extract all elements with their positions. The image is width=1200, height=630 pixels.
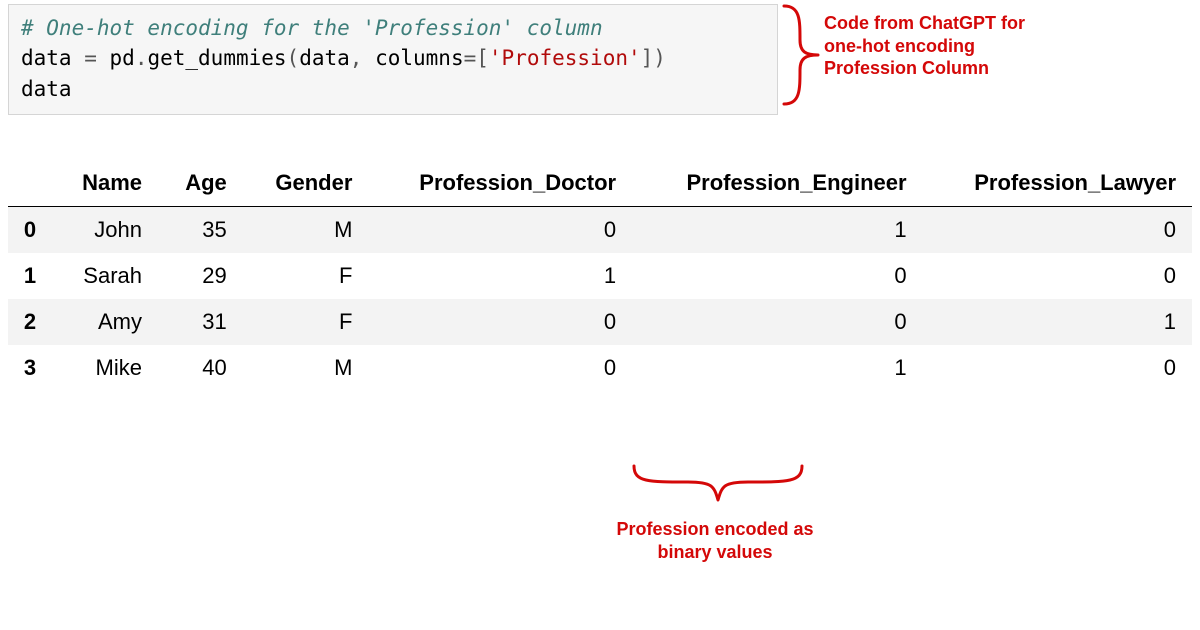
cell: 31	[158, 299, 243, 345]
cell: 0	[632, 299, 922, 345]
cell: 0	[923, 345, 1192, 391]
col-header: Profession_Doctor	[368, 160, 632, 207]
cell: 29	[158, 253, 243, 299]
code-token: data	[21, 77, 72, 101]
dataframe-output: Name Age Gender Profession_Doctor Profes…	[8, 160, 1192, 391]
col-header: Name	[52, 160, 158, 207]
table-header-row: Name Age Gender Profession_Doctor Profes…	[8, 160, 1192, 207]
code-comment: # One-hot encoding for the 'Profession' …	[21, 16, 603, 40]
cell: 0	[923, 207, 1192, 254]
annotation-binary-values: Profession encoded as binary values	[600, 518, 830, 563]
code-token: ]	[641, 46, 654, 70]
cell: M	[243, 207, 369, 254]
code-token: )	[653, 46, 666, 70]
cell: 1	[368, 253, 632, 299]
code-cell: # One-hot encoding for the 'Profession' …	[8, 4, 778, 115]
code-token: columns	[362, 46, 463, 70]
cell: 0	[368, 299, 632, 345]
cell: 35	[158, 207, 243, 254]
row-index: 3	[8, 345, 52, 391]
code-token: get_dummies	[147, 46, 286, 70]
cell: F	[243, 253, 369, 299]
table-row: 3 Mike 40 M 0 1 0	[8, 345, 1192, 391]
code-token: =	[464, 46, 477, 70]
row-index: 1	[8, 253, 52, 299]
code-token: =	[84, 46, 97, 70]
code-token: data	[21, 46, 84, 70]
row-index: 0	[8, 207, 52, 254]
cell: 40	[158, 345, 243, 391]
cell: Mike	[52, 345, 158, 391]
cell: F	[243, 299, 369, 345]
cell: M	[243, 345, 369, 391]
code-token: (	[287, 46, 300, 70]
cell: 0	[368, 345, 632, 391]
brace-bottom-icon	[628, 460, 808, 518]
cell: Sarah	[52, 253, 158, 299]
index-header	[8, 160, 52, 207]
col-header: Profession_Engineer	[632, 160, 922, 207]
cell: 1	[632, 345, 922, 391]
cell: 1	[923, 299, 1192, 345]
code-token: pd	[97, 46, 135, 70]
col-header: Gender	[243, 160, 369, 207]
table-row: 2 Amy 31 F 0 0 1	[8, 299, 1192, 345]
code-token: ,	[350, 46, 363, 70]
cell: 1	[632, 207, 922, 254]
code-token: .	[135, 46, 148, 70]
code-token: 'Profession'	[489, 46, 641, 70]
row-index: 2	[8, 299, 52, 345]
col-header: Profession_Lawyer	[923, 160, 1192, 207]
col-header: Age	[158, 160, 243, 207]
brace-right-icon	[778, 0, 828, 110]
cell: John	[52, 207, 158, 254]
code-token: [	[476, 46, 489, 70]
table-row: 1 Sarah 29 F 1 0 0	[8, 253, 1192, 299]
cell: 0	[632, 253, 922, 299]
cell: 0	[923, 253, 1192, 299]
table-row: 0 John 35 M 0 1 0	[8, 207, 1192, 254]
cell: 0	[368, 207, 632, 254]
annotation-code-source: Code from ChatGPT for one-hot encoding P…	[824, 12, 1064, 80]
cell: Amy	[52, 299, 158, 345]
code-token: data	[299, 46, 350, 70]
